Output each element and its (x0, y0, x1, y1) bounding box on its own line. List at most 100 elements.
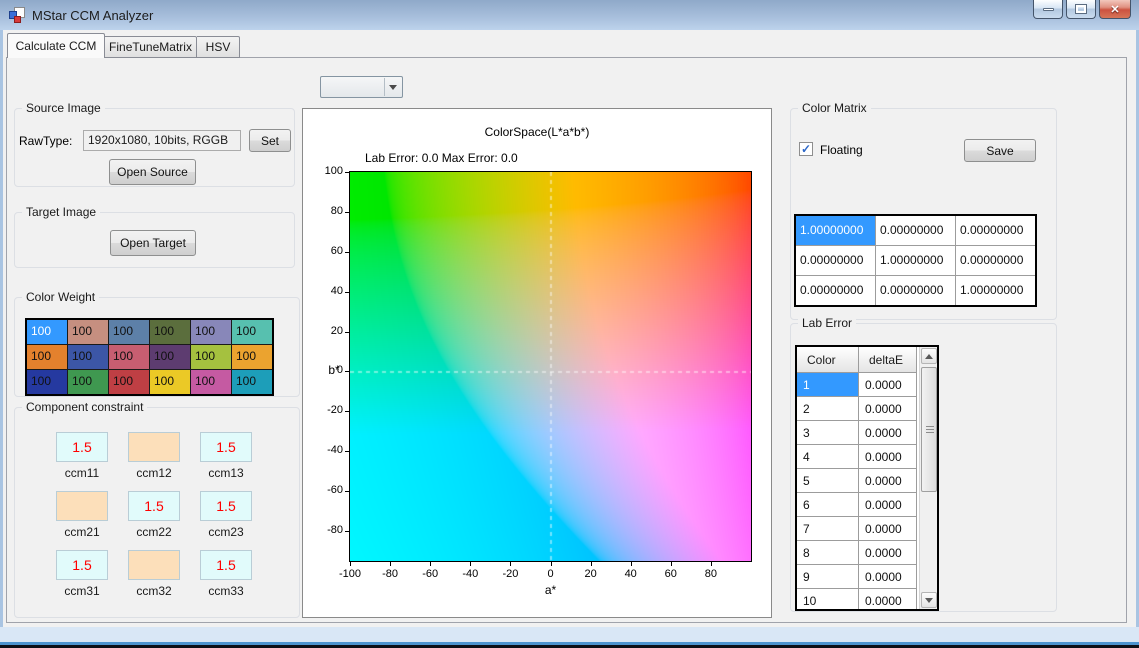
lab-error-deltae-cell-5[interactable]: 0.0000 (859, 469, 917, 493)
ccm22-input[interactable]: 1.5 (128, 491, 180, 521)
maximize-icon (1076, 5, 1086, 13)
x-ticklabel--40: -40 (454, 568, 486, 580)
x-tickmark-0 (551, 562, 552, 566)
open-target-button[interactable]: Open Target (110, 230, 196, 256)
lab-error-deltae-cell-9[interactable]: 0.0000 (859, 565, 917, 589)
ccm31-item: 1.5ccm31 (56, 550, 108, 598)
color-weight-cell-r2c1[interactable]: 100 (27, 345, 67, 369)
lab-error-deltae-cell-8[interactable]: 0.0000 (859, 541, 917, 565)
y-tickmark-100 (345, 172, 349, 173)
color-weight-cell-r2c4[interactable]: 100 (150, 345, 190, 369)
floating-checkbox[interactable]: ✓ (799, 142, 813, 156)
lab-error-header-color[interactable]: Color (797, 347, 859, 373)
color-weight-cell-r3c6[interactable]: 100 (232, 370, 272, 394)
lab-error-row-7: 70.0000 (797, 517, 937, 541)
chevron-down-icon (389, 85, 397, 90)
lab-error-color-cell-7[interactable]: 7 (797, 517, 859, 541)
color-weight-cell-r3c4[interactable]: 100 (150, 370, 190, 394)
tab-calculate-ccm[interactable]: Calculate CCM (7, 33, 105, 58)
x-tickmark--100 (350, 562, 351, 566)
color-weight-cell-r2c5[interactable]: 100 (191, 345, 231, 369)
lab-error-deltae-cell-4[interactable]: 0.0000 (859, 445, 917, 469)
x-ticklabel-60: 60 (655, 568, 687, 580)
ccm23-input[interactable]: 1.5 (200, 491, 252, 521)
ccm33-input[interactable]: 1.5 (200, 550, 252, 580)
lab-error-header-deltae[interactable]: deltaE (859, 347, 917, 373)
color-weight-cell-r2c6[interactable]: 100 (232, 345, 272, 369)
lab-error-table: Color deltaE 10.000020.000030.000040.000… (795, 345, 939, 611)
ccm33-item: 1.5ccm33 (200, 550, 252, 598)
rawtype-label: RawType: (19, 134, 72, 148)
rawtype-field[interactable]: 1920x1080, 10bits, RGGB (83, 130, 241, 151)
color-weight-cell-r3c2[interactable]: 100 (68, 370, 108, 394)
ccm13-input[interactable]: 1.5 (200, 432, 252, 462)
color-weight-cell-r3c3[interactable]: 100 (109, 370, 149, 394)
lab-error-scrollbar[interactable] (919, 347, 937, 609)
ccm11-input[interactable]: 1.5 (56, 432, 108, 462)
x-tickmark--40 (470, 562, 471, 566)
titlebar[interactable]: MStar CCM Analyzer ✕ (0, 0, 1139, 30)
color-weight-cell-r2c3[interactable]: 100 (109, 345, 149, 369)
y-tickmark--20 (345, 411, 349, 412)
lab-error-color-cell-5[interactable]: 5 (797, 469, 859, 493)
color-weight-cell-r1c6[interactable]: 100 (232, 320, 272, 344)
minimize-button[interactable] (1033, 0, 1063, 19)
combo-dropdown-button[interactable] (384, 78, 401, 96)
x-ticklabel--80: -80 (374, 568, 406, 580)
app-icon (9, 7, 25, 23)
lab-error-deltae-cell-6[interactable]: 0.0000 (859, 493, 917, 517)
color-weight-cell-r1c2[interactable]: 100 (68, 320, 108, 344)
color-weight-cell-r1c4[interactable]: 100 (150, 320, 190, 344)
lab-error-color-cell-3[interactable]: 3 (797, 421, 859, 445)
color-matrix-cell-13[interactable]: 0.00000000 (956, 216, 1035, 245)
maximize-button[interactable] (1066, 0, 1096, 19)
color-matrix-cell-12[interactable]: 0.00000000 (876, 216, 955, 245)
lab-error-color-cell-2[interactable]: 2 (797, 397, 859, 421)
lab-error-row-9: 90.0000 (797, 565, 937, 589)
color-weight-cell-r2c2[interactable]: 100 (68, 345, 108, 369)
close-button[interactable]: ✕ (1099, 0, 1131, 19)
color-weight-cell-r1c1[interactable]: 100 (27, 320, 67, 344)
lab-error-row-3: 30.0000 (797, 421, 937, 445)
y-tickmark--60 (345, 491, 349, 492)
lab-error-color-cell-4[interactable]: 4 (797, 445, 859, 469)
color-weight-cell-r1c3[interactable]: 100 (109, 320, 149, 344)
ccm12-input[interactable] (128, 432, 180, 462)
scroll-down-button[interactable] (921, 592, 937, 608)
y-tickmark-40 (345, 292, 349, 293)
lab-error-deltae-cell-1[interactable]: 0.0000 (859, 373, 917, 397)
lab-error-deltae-cell-2[interactable]: 0.0000 (859, 397, 917, 421)
color-matrix-cell-31[interactable]: 0.00000000 (796, 276, 875, 305)
color-matrix-cell-22[interactable]: 1.00000000 (876, 246, 955, 275)
color-matrix-cell-11[interactable]: 1.00000000 (796, 216, 875, 245)
scroll-up-button[interactable] (921, 348, 937, 364)
lab-colorspace-plot[interactable] (349, 171, 752, 562)
color-weight-cell-r3c5[interactable]: 100 (191, 370, 231, 394)
lab-error-deltae-cell-7[interactable]: 0.0000 (859, 517, 917, 541)
color-matrix-cell-23[interactable]: 0.00000000 (956, 246, 1035, 275)
color-weight-cell-r1c5[interactable]: 100 (191, 320, 231, 344)
lab-error-color-cell-10[interactable]: 10 (797, 589, 859, 611)
lab-error-color-cell-6[interactable]: 6 (797, 493, 859, 517)
color-matrix-cell-33[interactable]: 1.00000000 (956, 276, 1035, 305)
color-weight-cell-r3c1[interactable]: 100 (27, 370, 67, 394)
lab-error-color-cell-8[interactable]: 8 (797, 541, 859, 565)
scrollbar-thumb[interactable] (921, 367, 937, 492)
ccm21-input[interactable] (56, 491, 108, 521)
window-frame-left (0, 30, 3, 648)
tab-finetunematrix[interactable]: FineTuneMatrix (105, 36, 197, 58)
tab-hsv[interactable]: HSV (197, 36, 240, 58)
save-button[interactable]: Save (964, 139, 1036, 162)
lab-error-deltae-cell-10[interactable]: 0.0000 (859, 589, 917, 611)
lab-error-color-cell-9[interactable]: 9 (797, 565, 859, 589)
color-matrix-cell-21[interactable]: 0.00000000 (796, 246, 875, 275)
set-button[interactable]: Set (249, 129, 291, 152)
open-source-button[interactable]: Open Source (109, 159, 196, 185)
preset-combobox[interactable] (320, 76, 403, 98)
lab-error-color-cell-1[interactable]: 1 (797, 373, 859, 397)
component-constraint-group-label: Component constraint (22, 400, 147, 414)
ccm31-input[interactable]: 1.5 (56, 550, 108, 580)
color-matrix-cell-32[interactable]: 0.00000000 (876, 276, 955, 305)
ccm32-input[interactable] (128, 550, 180, 580)
lab-error-deltae-cell-3[interactable]: 0.0000 (859, 421, 917, 445)
